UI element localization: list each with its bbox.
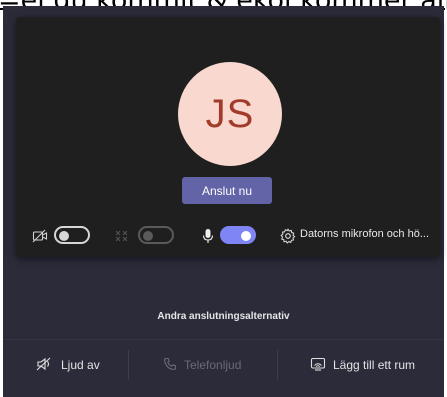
audio-off-option[interactable]: Ljud av — [36, 354, 100, 376]
gear-icon[interactable] — [280, 228, 296, 244]
background-effects-icon — [114, 228, 130, 244]
audio-off-label: Ljud av — [61, 358, 100, 372]
join-options-bar: Ljud av Telefonljud Lägg till ett rum — [3, 348, 444, 386]
option-divider — [277, 350, 278, 380]
background-effects-toggle[interactable] — [138, 226, 174, 244]
microphone-toggle[interactable] — [220, 226, 256, 244]
avatar-initials: JS — [205, 91, 255, 136]
audio-device-label[interactable]: Datorns mikrofon och hö... — [300, 228, 429, 240]
device-controls: Datorns mikrofon och hö... — [16, 225, 440, 247]
room-cast-icon — [310, 357, 326, 374]
other-join-options-title: Andra anslutningsalternativ — [157, 311, 290, 322]
video-preview-panel: JS Anslut nu Datorns mikrofon och hö... — [16, 17, 440, 257]
microphone-icon — [200, 228, 216, 244]
prejoin-screen: JS Anslut nu Datorns mikrofon och hö... … — [3, 6, 444, 397]
bottom-divider — [3, 339, 444, 340]
phone-icon — [163, 357, 177, 374]
speaker-muted-icon — [36, 357, 54, 374]
camera-off-icon — [32, 228, 48, 244]
join-now-button[interactable]: Anslut nu — [182, 177, 272, 204]
option-divider — [128, 350, 129, 380]
background-effects-toggle-knob — [143, 231, 153, 241]
camera-toggle-knob — [59, 231, 69, 241]
add-room-label: Lägg till ett rum — [333, 358, 416, 372]
add-room-option[interactable]: Lägg till ett rum — [310, 354, 415, 376]
phone-audio-option[interactable]: Telefonljud — [163, 354, 241, 376]
camera-toggle[interactable] — [54, 226, 90, 244]
avatar: JS — [178, 62, 282, 166]
phone-audio-label: Telefonljud — [184, 358, 242, 372]
microphone-toggle-knob — [241, 231, 251, 241]
